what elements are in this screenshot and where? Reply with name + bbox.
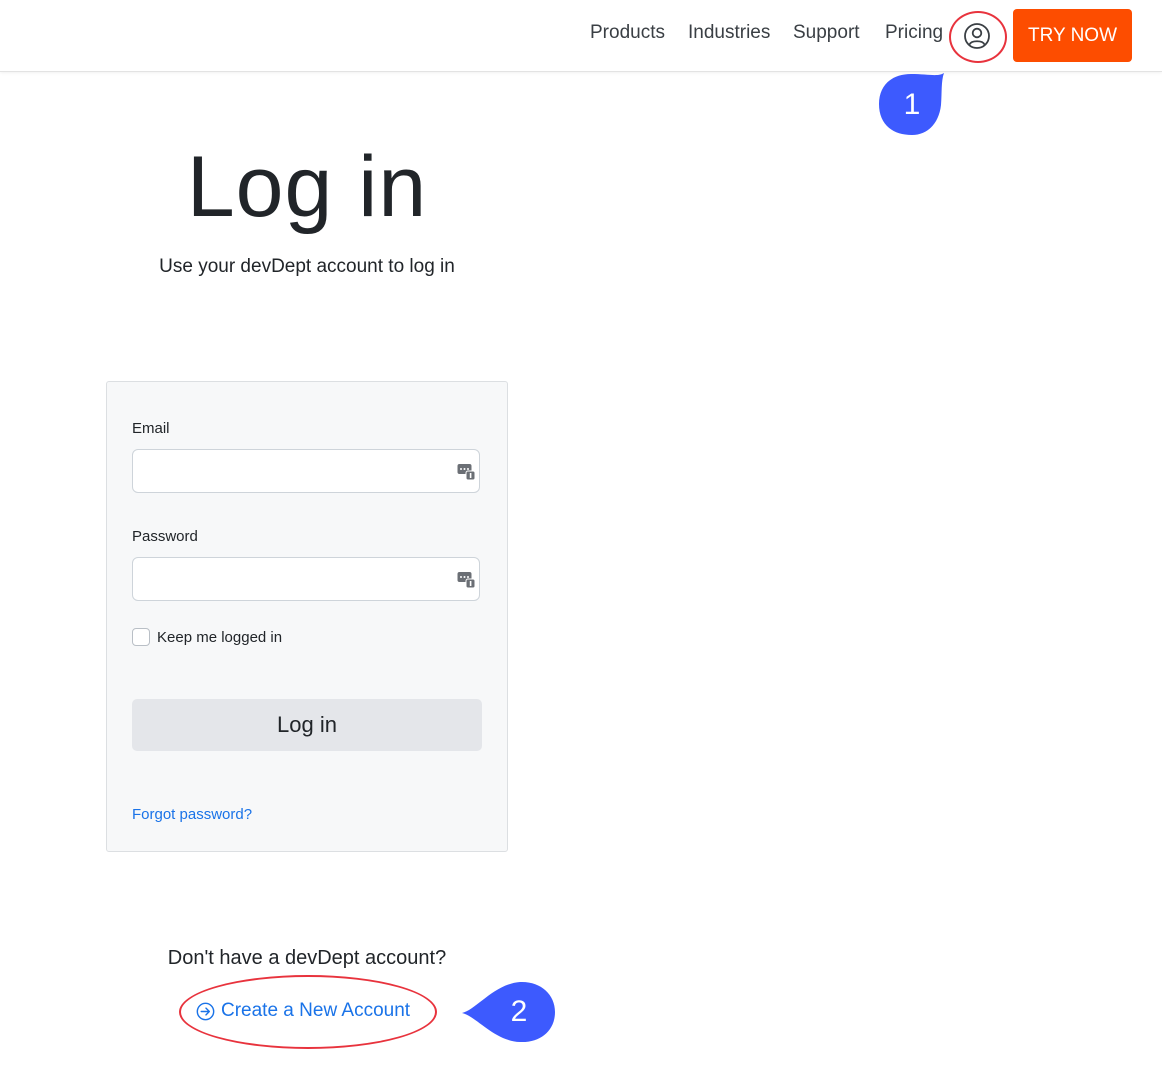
login-form: Email Password Keep me logged in Log in … xyxy=(106,381,508,852)
account-button[interactable] xyxy=(961,20,993,52)
email-label: Email xyxy=(132,420,170,437)
step-marker-1-label: 1 xyxy=(903,88,921,121)
nav-industries[interactable]: Industries xyxy=(688,22,770,44)
try-now-button[interactable]: TRY NOW xyxy=(1013,9,1132,62)
user-circle-icon xyxy=(964,23,990,49)
create-account-label[interactable]: Create a New Account xyxy=(221,1000,410,1022)
nav-products[interactable]: Products xyxy=(590,22,665,44)
page-title: Log in xyxy=(186,139,428,235)
page-subtitle: Use your devDept account to log in xyxy=(159,256,455,277)
create-account-link[interactable]: Create a New Account xyxy=(196,999,410,1023)
keep-logged-in-checkbox[interactable] xyxy=(132,628,150,646)
step-marker-2: 2 xyxy=(462,980,556,1044)
password-manager-icon[interactable] xyxy=(457,462,475,480)
email-field[interactable] xyxy=(132,449,480,493)
login-button[interactable]: Log in xyxy=(132,699,482,751)
step-marker-2-label: 2 xyxy=(510,995,528,1028)
password-manager-icon[interactable] xyxy=(457,570,475,588)
keep-logged-in-label[interactable]: Keep me logged in xyxy=(157,629,282,646)
nav-support[interactable]: Support xyxy=(793,22,860,44)
forgot-password-link[interactable]: Forgot password? xyxy=(132,806,252,823)
top-navbar: Products Industries Support Pricing TRY … xyxy=(0,0,1162,72)
arrow-right-circle-icon xyxy=(196,1002,215,1020)
no-account-prompt: Don't have a devDept account? xyxy=(167,947,447,969)
password-field[interactable] xyxy=(132,557,480,601)
password-label: Password xyxy=(132,528,198,545)
nav-pricing[interactable]: Pricing xyxy=(885,22,943,44)
step-marker-1: 1 xyxy=(878,73,944,135)
